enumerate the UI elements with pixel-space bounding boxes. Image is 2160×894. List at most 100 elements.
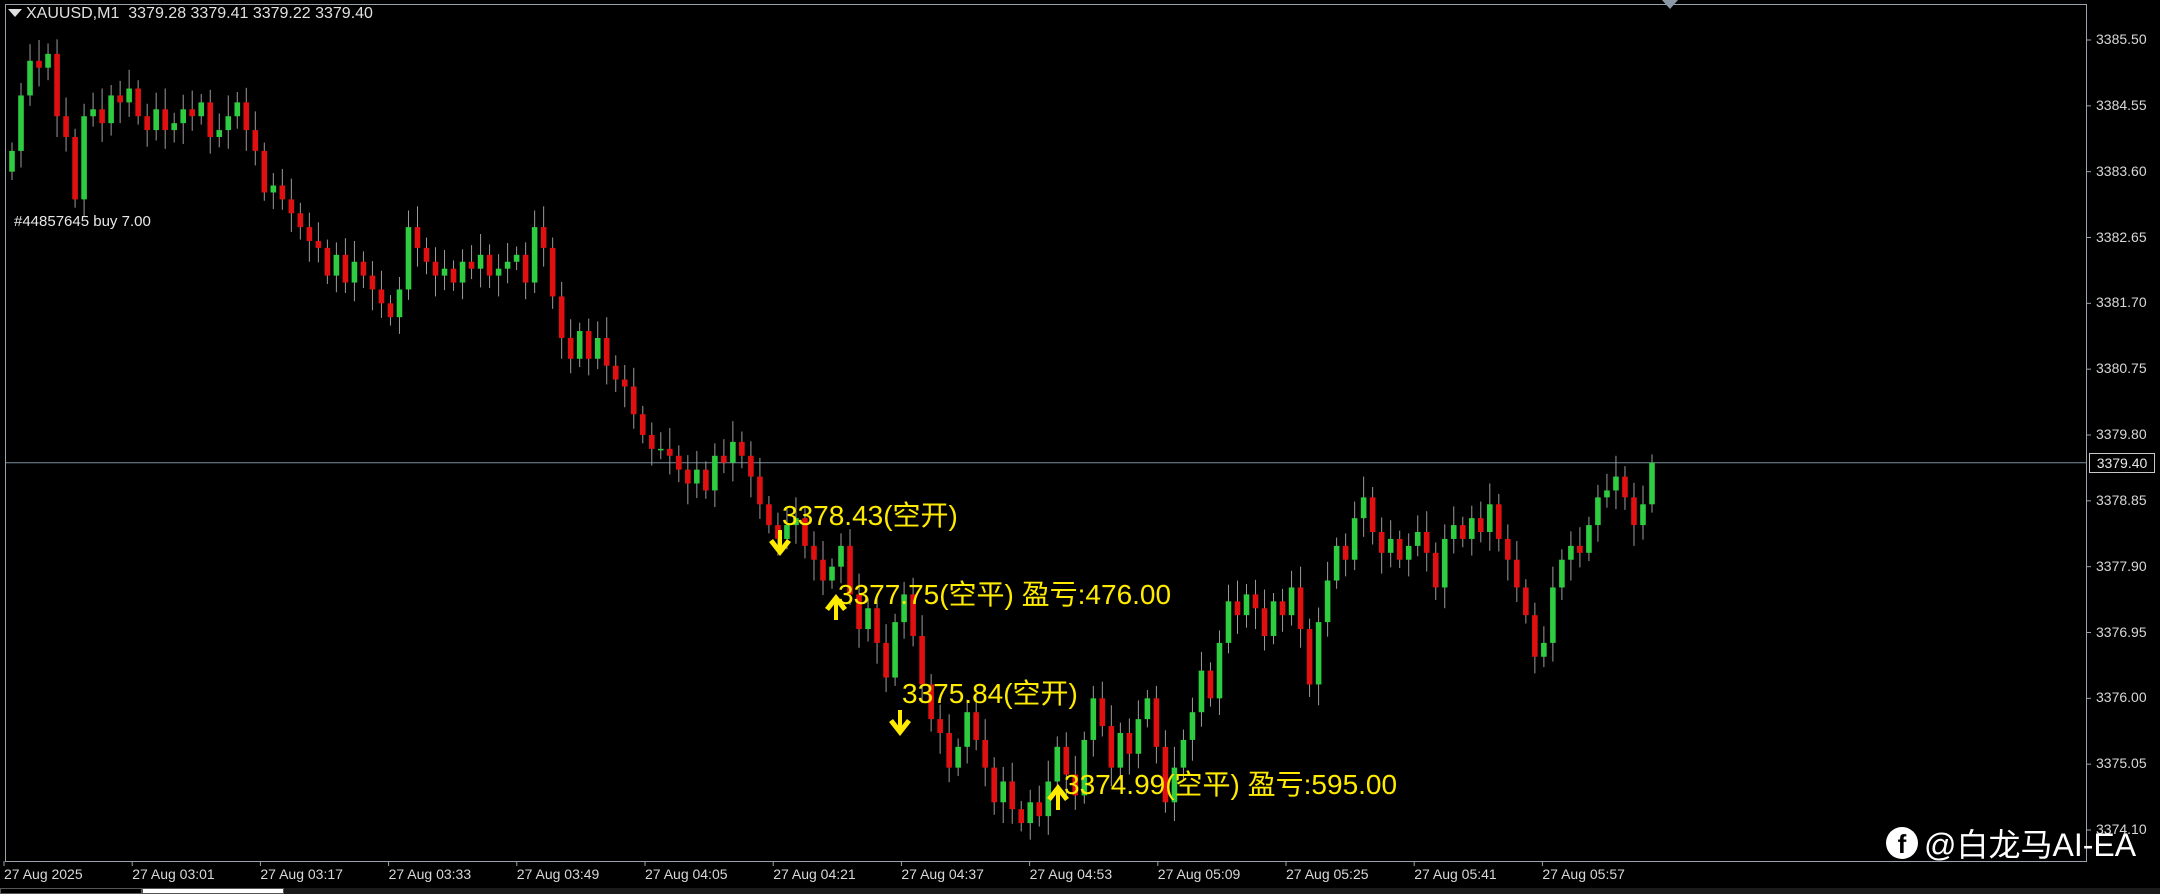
candle bbox=[757, 457, 763, 519]
time-tick-label: 27 Aug 04:37 bbox=[901, 866, 984, 882]
chart-tab-2[interactable] bbox=[142, 888, 284, 894]
candle bbox=[955, 738, 961, 776]
candle bbox=[648, 422, 655, 466]
candle bbox=[766, 495, 772, 534]
bull-candle-body bbox=[405, 227, 412, 290]
bear-candle-body bbox=[1009, 781, 1016, 810]
chart-shift-marker[interactable] bbox=[1662, 0, 1678, 9]
candle bbox=[811, 531, 817, 581]
bottom-tab-bar bbox=[0, 888, 2160, 894]
bear-candle-body bbox=[306, 227, 313, 241]
bear-candle-body bbox=[243, 102, 250, 131]
candle bbox=[216, 113, 223, 148]
candle bbox=[486, 244, 493, 289]
price-tick-label: 3375.05 bbox=[2096, 755, 2147, 772]
candle bbox=[1135, 700, 1142, 769]
bear-candle-body bbox=[144, 116, 150, 131]
candle bbox=[162, 88, 168, 149]
bear-candle-body bbox=[549, 247, 556, 297]
candle bbox=[63, 97, 69, 152]
candle bbox=[306, 212, 313, 262]
candle bbox=[36, 40, 42, 87]
bear-candle-body bbox=[189, 109, 196, 117]
candle bbox=[279, 168, 286, 210]
candle bbox=[1550, 566, 1556, 662]
bear-candle-body bbox=[1477, 518, 1484, 533]
bear-candle-body bbox=[567, 337, 574, 359]
candle bbox=[243, 87, 250, 151]
candle bbox=[45, 43, 51, 81]
bear-candle-body bbox=[937, 719, 943, 733]
candle bbox=[504, 243, 511, 284]
candle bbox=[676, 445, 682, 483]
arrow-down-icon bbox=[889, 710, 911, 736]
candle bbox=[18, 82, 24, 168]
candle bbox=[432, 247, 439, 297]
bull-candle-body bbox=[1360, 497, 1367, 519]
bear-candle-body bbox=[991, 767, 997, 803]
order-label[interactable]: #44857645 buy 7.00 bbox=[14, 213, 151, 230]
candle bbox=[558, 281, 565, 359]
bull-candle-body bbox=[81, 116, 87, 200]
bear-candle-body bbox=[1207, 670, 1214, 699]
bull-candle-body bbox=[1441, 538, 1448, 588]
bull-candle-body bbox=[1189, 712, 1196, 740]
bull-candle-body bbox=[838, 545, 844, 567]
bull-candle-body bbox=[216, 130, 223, 138]
bull-candle-body bbox=[90, 109, 96, 117]
chart-window[interactable]: XAUUSD,M1 3379.28 3379.41 3379.22 3379.4… bbox=[0, 0, 2160, 894]
bear-candle-body bbox=[1496, 504, 1502, 539]
bear-candle-body bbox=[721, 455, 727, 463]
bear-candle-body bbox=[315, 240, 322, 248]
candle bbox=[1333, 537, 1340, 589]
bull-candle-body bbox=[730, 441, 736, 463]
bull-candle-body bbox=[1541, 642, 1547, 657]
candle bbox=[1450, 506, 1457, 554]
candle bbox=[567, 319, 574, 374]
bear-candle-body bbox=[558, 296, 565, 338]
bull-candle-body bbox=[1324, 580, 1331, 623]
bear-candle-body bbox=[1036, 802, 1043, 817]
bull-candle-body bbox=[1135, 719, 1142, 754]
candle bbox=[703, 461, 709, 499]
bear-candle-body bbox=[279, 185, 286, 200]
bull-candle-body bbox=[1487, 504, 1493, 533]
bull-candle-body bbox=[1288, 587, 1295, 616]
candle bbox=[207, 89, 214, 154]
candle bbox=[135, 80, 141, 125]
collapse-triangle-icon[interactable] bbox=[8, 9, 22, 17]
candle bbox=[459, 249, 466, 300]
bull-candle-body bbox=[1027, 802, 1034, 824]
candlestick-plot[interactable] bbox=[0, 0, 2160, 894]
bull-candle-body bbox=[576, 331, 583, 359]
candle bbox=[982, 719, 988, 787]
candle bbox=[892, 613, 898, 686]
bull-candle-body bbox=[504, 261, 511, 269]
bear-candle-body bbox=[1423, 532, 1430, 553]
chart-tab-1[interactable] bbox=[0, 888, 142, 894]
candle bbox=[450, 260, 457, 291]
bear-candle-body bbox=[450, 268, 457, 283]
facebook-icon: f bbox=[1886, 827, 1918, 859]
trade-annotation-label: 3374.99(空平) 盈亏:595.00 bbox=[1064, 769, 1398, 800]
candle bbox=[1405, 533, 1412, 577]
bull-candle-body bbox=[829, 566, 835, 581]
trade-annotation-label: 3378.43(空开) bbox=[782, 500, 958, 531]
bull-candle-body bbox=[513, 254, 520, 262]
bull-candle-body bbox=[495, 268, 502, 276]
candle bbox=[667, 428, 673, 475]
chart-header: XAUUSD,M1 3379.28 3379.41 3379.22 3379.4… bbox=[26, 5, 373, 23]
candle bbox=[288, 178, 295, 232]
bear-candle-body bbox=[1631, 497, 1637, 526]
candle bbox=[1432, 542, 1439, 600]
candle bbox=[1000, 766, 1007, 824]
candle bbox=[1360, 476, 1367, 537]
bear-candle-body bbox=[342, 254, 349, 283]
bear-candle-body bbox=[874, 608, 880, 643]
candle bbox=[414, 206, 421, 267]
bear-candle-body bbox=[648, 435, 655, 449]
bear-candle-body bbox=[1432, 552, 1439, 588]
candle bbox=[54, 39, 60, 138]
bear-candle-body bbox=[162, 109, 168, 131]
candle bbox=[991, 757, 997, 815]
